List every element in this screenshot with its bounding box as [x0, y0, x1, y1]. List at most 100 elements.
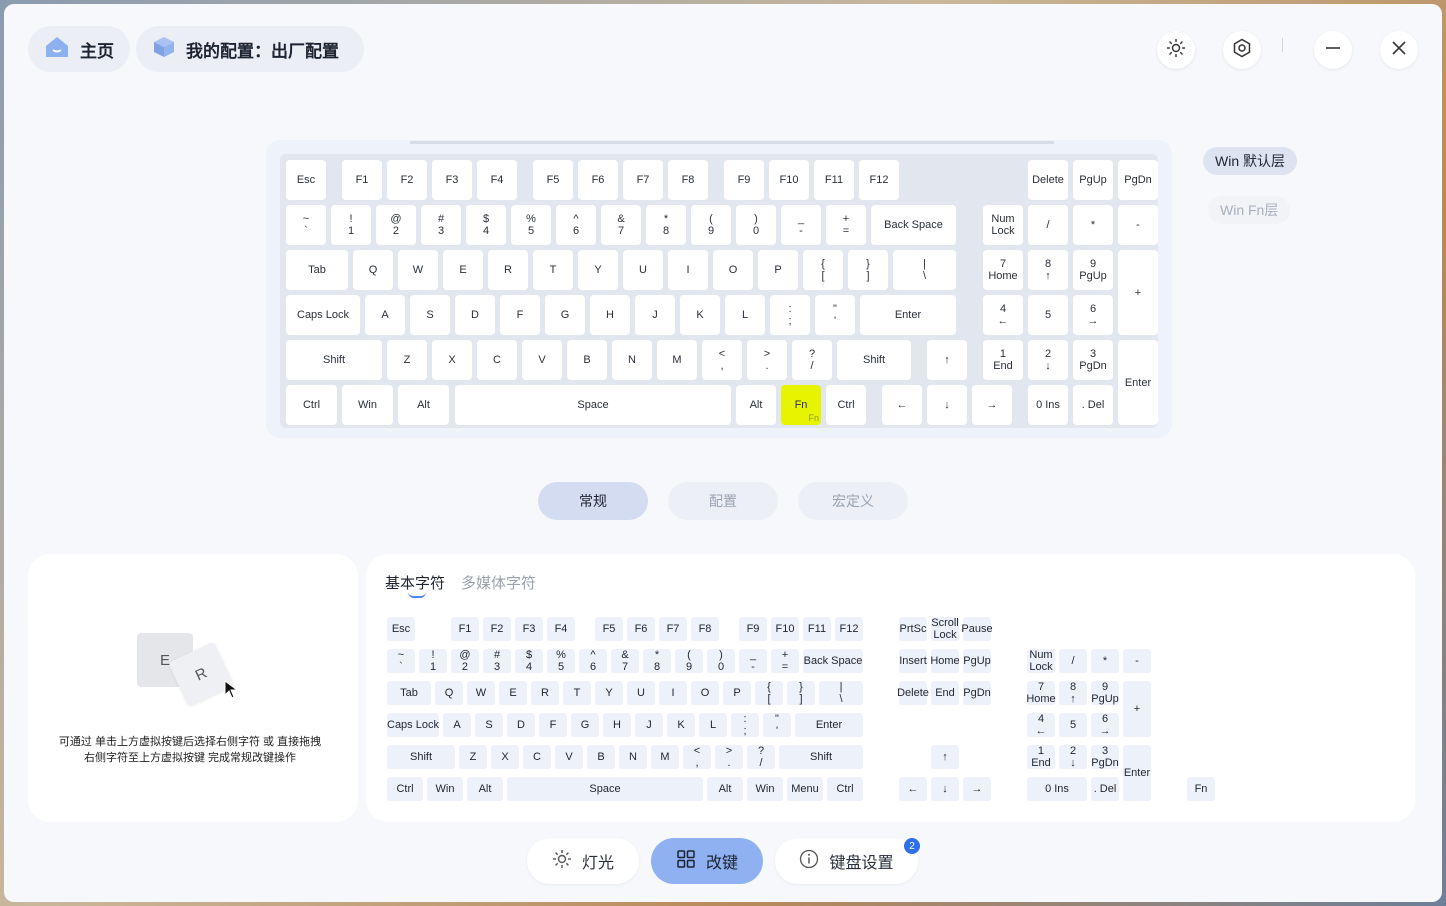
- char-key[interactable]: @ 2: [451, 649, 479, 673]
- kb-key[interactable]: F5: [533, 160, 573, 200]
- kb-key[interactable]: Z: [387, 340, 427, 380]
- kb-key[interactable]: Fn Fn: [781, 385, 821, 425]
- char-key[interactable]: Delete: [897, 681, 929, 705]
- char-key[interactable]: ! 1: [419, 649, 447, 673]
- char-key[interactable]: C: [523, 745, 551, 769]
- kb-key[interactable]: Alt: [398, 385, 449, 425]
- char-key[interactable]: & 7: [611, 649, 639, 673]
- kb-key[interactable]: Ctrl: [826, 385, 866, 425]
- char-key[interactable]: Fn: [1187, 777, 1215, 801]
- kb-key[interactable]: X: [432, 340, 472, 380]
- kb-key[interactable]: P: [758, 250, 798, 290]
- kb-key[interactable]: ~ `: [286, 205, 326, 245]
- kb-key[interactable]: A: [365, 295, 405, 335]
- kb-key[interactable]: F6: [578, 160, 618, 200]
- char-key[interactable]: G: [571, 713, 599, 737]
- char-key[interactable]: 4 ←: [1027, 713, 1055, 737]
- char-key[interactable]: F6: [627, 617, 655, 641]
- kb-key[interactable]: F12: [859, 160, 899, 200]
- char-key[interactable]: F9: [739, 617, 767, 641]
- char-key[interactable]: : ;: [731, 713, 759, 737]
- char-key[interactable]: PgUp: [963, 649, 991, 673]
- kb-key[interactable]: Y: [578, 250, 618, 290]
- kb-key[interactable]: R: [488, 250, 528, 290]
- kb-key[interactable]: 8 ↑: [1028, 250, 1068, 290]
- char-key[interactable]: H: [603, 713, 631, 737]
- char-key[interactable]: F8: [691, 617, 719, 641]
- kb-key[interactable]: -: [1118, 205, 1158, 245]
- char-key[interactable]: I: [659, 681, 687, 705]
- char-key[interactable]: ↓: [931, 777, 959, 801]
- char-key[interactable]: * 8: [643, 649, 671, 673]
- char-key[interactable]: 2 ↓: [1059, 745, 1087, 769]
- kb-key[interactable]: V: [522, 340, 562, 380]
- kb-key[interactable]: F2: [387, 160, 427, 200]
- char-key[interactable]: Tab: [387, 681, 431, 705]
- kb-key[interactable]: C: [477, 340, 517, 380]
- kb-key[interactable]: $ 4: [466, 205, 506, 245]
- nav-remap[interactable]: 改键: [651, 838, 763, 884]
- char-key[interactable]: Home: [930, 649, 960, 673]
- char-key[interactable]: U: [627, 681, 655, 705]
- char-key[interactable]: 9 PgUp: [1091, 681, 1119, 705]
- char-key[interactable]: R: [531, 681, 559, 705]
- char-key[interactable]: Z: [459, 745, 487, 769]
- kb-key[interactable]: Caps Lock: [286, 295, 360, 335]
- char-key[interactable]: { [: [755, 681, 783, 705]
- minimize-button[interactable]: [1314, 31, 1352, 69]
- kb-key[interactable]: S: [410, 295, 450, 335]
- kb-key[interactable]: 9 PgUp: [1073, 250, 1113, 290]
- char-key[interactable]: ^ 6: [579, 649, 607, 673]
- kb-key[interactable]: F8: [668, 160, 708, 200]
- char-key[interactable]: # 3: [483, 649, 511, 673]
- char-key[interactable]: O: [691, 681, 719, 705]
- char-key[interactable]: % 5: [547, 649, 575, 673]
- settings-button[interactable]: [1223, 31, 1261, 69]
- kb-key[interactable]: J: [635, 295, 675, 335]
- char-key[interactable]: ) 0: [707, 649, 735, 673]
- char-key[interactable]: +: [1123, 681, 1151, 737]
- kb-key[interactable]: " ': [815, 295, 855, 335]
- char-key[interactable]: F12: [835, 617, 863, 641]
- kb-key[interactable]: *: [1073, 205, 1113, 245]
- kb-key[interactable]: 2 ↓: [1028, 340, 1068, 380]
- kb-key[interactable]: I: [668, 250, 708, 290]
- kb-key[interactable]: | \: [893, 250, 956, 290]
- char-key[interactable]: F11: [803, 617, 831, 641]
- char-key[interactable]: Q: [435, 681, 463, 705]
- kb-key[interactable]: % 5: [511, 205, 551, 245]
- kb-key[interactable]: H: [590, 295, 630, 335]
- kb-key[interactable]: D: [455, 295, 495, 335]
- layer-default[interactable]: Win 默认层: [1203, 147, 1297, 175]
- char-key[interactable]: . Del: [1091, 777, 1119, 801]
- char-key[interactable]: V: [555, 745, 583, 769]
- kb-key[interactable]: # 3: [421, 205, 461, 245]
- kb-key[interactable]: : ;: [770, 295, 810, 335]
- char-key[interactable]: 7 Home: [1026, 681, 1056, 705]
- kb-key[interactable]: ←: [882, 385, 922, 425]
- kb-key[interactable]: Esc: [286, 160, 326, 200]
- kb-key[interactable]: F: [500, 295, 540, 335]
- char-key[interactable]: →: [963, 777, 991, 801]
- char-key[interactable]: } ]: [787, 681, 815, 705]
- kb-key[interactable]: O: [713, 250, 753, 290]
- close-button[interactable]: [1380, 31, 1418, 69]
- profile-selector[interactable]: 我的配置：出厂配置: [136, 26, 364, 72]
- kb-key[interactable]: ! 1: [331, 205, 371, 245]
- char-key[interactable]: ←: [899, 777, 927, 801]
- char-key[interactable]: Scroll Lock: [931, 617, 959, 641]
- char-key[interactable]: Space: [507, 777, 703, 801]
- kb-key[interactable]: ( 9: [691, 205, 731, 245]
- kb-key[interactable]: F11: [814, 160, 854, 200]
- kb-key[interactable]: ) 0: [736, 205, 776, 245]
- char-key[interactable]: F1: [451, 617, 479, 641]
- kb-key[interactable]: PgDn: [1118, 160, 1158, 200]
- kb-key[interactable]: Tab: [286, 250, 348, 290]
- char-key[interactable]: Back Space: [803, 649, 863, 673]
- char-key[interactable]: S: [475, 713, 503, 737]
- kb-key[interactable]: 3 PgDn: [1073, 340, 1113, 380]
- kb-key[interactable]: PgUp: [1073, 160, 1113, 200]
- kb-key[interactable]: } ]: [848, 250, 888, 290]
- char-key[interactable]: P: [723, 681, 751, 705]
- kb-key[interactable]: E: [443, 250, 483, 290]
